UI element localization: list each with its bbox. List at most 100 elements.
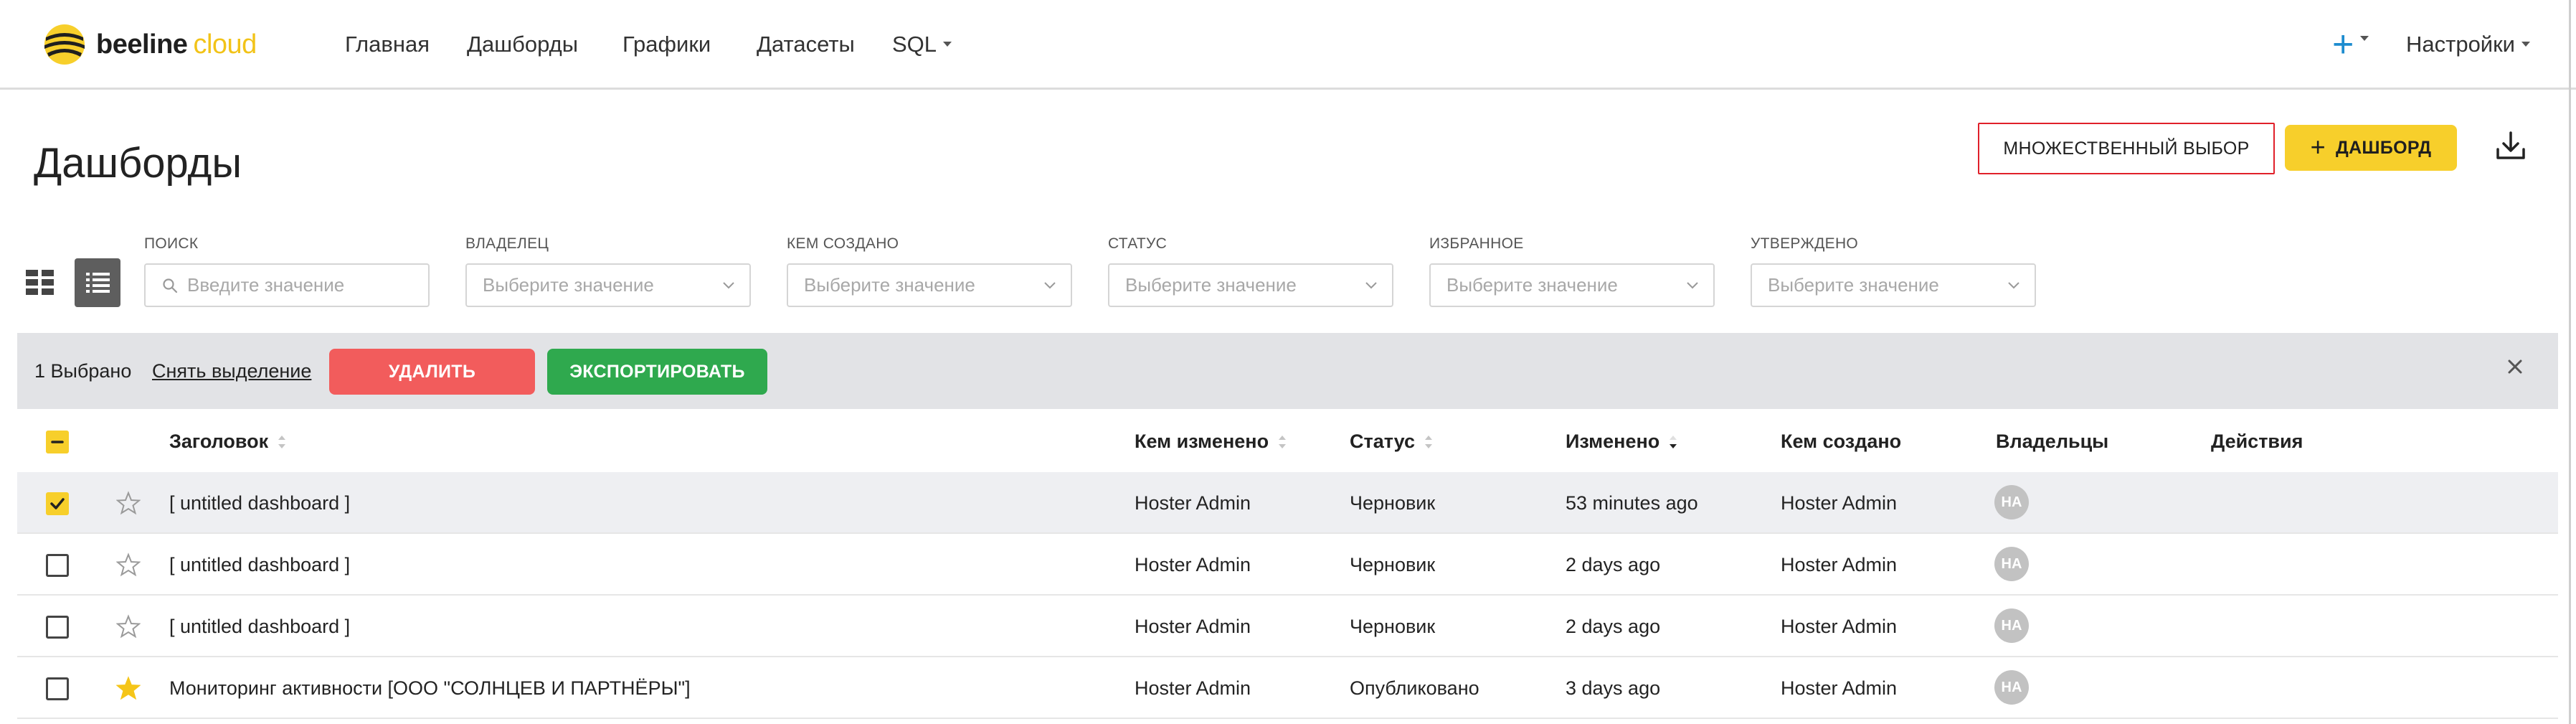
top-navigation: beeline cloud Главная Дашборды Графики Да…	[0, 0, 2576, 90]
settings-label: Настройки	[2406, 32, 2516, 57]
sort-icon	[1425, 435, 1432, 448]
search-input[interactable]: Введите значение	[144, 263, 430, 307]
new-item-menu[interactable]: +	[2332, 26, 2369, 63]
avatar: HA	[1994, 547, 2029, 581]
add-dashboard-button[interactable]: + ДАШБОРД	[2285, 125, 2457, 171]
delete-button[interactable]: УДАЛИТЬ	[329, 349, 535, 395]
status-cell: Черновик	[1350, 616, 1436, 637]
owner-filter-select[interactable]: Выберите значение	[465, 263, 751, 307]
star-outline-icon[interactable]	[116, 614, 141, 639]
table-row[interactable]	[17, 596, 2558, 657]
plus-icon: +	[2332, 24, 2354, 65]
settings-menu[interactable]: Настройки	[2406, 32, 2531, 57]
column-status-label: Статус	[1350, 431, 1415, 452]
nav-dashboards[interactable]: Дашборды	[467, 32, 578, 57]
favorite-filter-placeholder: Выберите значение	[1446, 274, 1618, 296]
avatar: HA	[1994, 608, 2029, 643]
nav-sql-menu[interactable]: SQL	[892, 32, 952, 57]
table-row[interactable]	[17, 534, 2558, 596]
column-header-status[interactable]: Статус	[1350, 431, 1434, 453]
created-by-cell: Hoster Admin	[1781, 554, 1898, 575]
brand-name: beeline cloud	[96, 29, 257, 60]
star-outline-icon[interactable]	[116, 553, 141, 577]
status-cell: Черновик	[1350, 492, 1436, 514]
dashboard-title-link[interactable]: [ untitled dashboard ]	[169, 616, 350, 638]
multi-select-label: МНОЖЕСТВЕННЫЙ ВЫБОР	[2003, 138, 2250, 159]
chevron-down-icon	[2521, 42, 2531, 47]
column-modified-label: Изменено	[1566, 431, 1660, 452]
nav-charts[interactable]: Графики	[622, 32, 711, 57]
column-header-title[interactable]: Заголовок	[169, 431, 287, 453]
approved-filter-select[interactable]: Выберите значение	[1751, 263, 2036, 307]
avatar: HA	[1994, 485, 2029, 520]
search-icon	[163, 278, 178, 293]
status-filter-label: СТАТУС	[1108, 235, 1168, 252]
changed-by-cell: Hoster Admin	[1135, 677, 1251, 699]
dashboard-title-link[interactable]: Мониторинг активности [ООО "СОЛНЦЕВ И ПА…	[169, 677, 691, 700]
row-checkbox[interactable]	[46, 554, 69, 577]
modified-cell: 2 days ago	[1566, 616, 1661, 637]
dashboard-title-link[interactable]: [ untitled dashboard ]	[169, 554, 350, 576]
created-by-cell: Hoster Admin	[1781, 492, 1898, 514]
list-view-button[interactable]	[75, 258, 120, 307]
page-title: Дашборды	[34, 140, 242, 187]
dashboard-title-link[interactable]: [ untitled dashboard ]	[169, 492, 350, 514]
column-header-owners: Владельцы	[1996, 431, 2108, 453]
multi-select-button[interactable]: МНОЖЕСТВЕННЫЙ ВЫБОР	[1978, 123, 2275, 174]
favorite-filter-select[interactable]: Выберите значение	[1429, 263, 1715, 307]
clear-selection-link[interactable]: Снять выделение	[152, 360, 311, 382]
beeline-logo-icon	[44, 24, 85, 65]
created-by-filter-select[interactable]: Выберите значение	[787, 263, 1072, 307]
chevron-down-icon	[1687, 282, 1698, 289]
download-icon[interactable]	[2494, 129, 2527, 162]
chevron-down-icon	[2360, 35, 2369, 41]
approved-filter-placeholder: Выберите значение	[1768, 274, 1939, 296]
column-created-by-label: Кем создано	[1781, 431, 1902, 452]
avatar: HA	[1994, 670, 2029, 705]
plus-icon: +	[2310, 132, 2326, 161]
select-all-checkbox[interactable]	[46, 431, 69, 453]
changed-by-cell: Hoster Admin	[1135, 616, 1251, 637]
sort-desc-icon	[1670, 435, 1677, 448]
status-cell: Черновик	[1350, 554, 1436, 575]
chevron-down-icon	[2008, 282, 2019, 289]
chevron-down-icon	[943, 42, 952, 47]
created-by-cell: Hoster Admin	[1781, 677, 1898, 699]
brand-logo[interactable]: beeline cloud	[40, 22, 257, 67]
column-title-label: Заголовок	[169, 431, 269, 452]
table-row[interactable]	[17, 472, 2558, 534]
created-by-cell: Hoster Admin	[1781, 616, 1898, 637]
created-by-filter-label: КЕМ СОЗДАНО	[787, 235, 899, 252]
chevron-down-icon	[723, 282, 734, 289]
row-checkbox[interactable]	[46, 492, 69, 515]
export-label: ЭКСПОРТИРОВАТЬ	[569, 361, 745, 382]
nav-sql-label: SQL	[892, 32, 937, 57]
status-filter-select[interactable]: Выберите значение	[1108, 263, 1393, 307]
card-view-icon[interactable]	[26, 270, 55, 296]
selected-count: 1 Выбрано	[34, 360, 132, 382]
column-header-changed-by[interactable]: Кем изменено	[1135, 431, 1287, 453]
add-dashboard-label: ДАШБОРД	[2335, 137, 2432, 158]
approved-filter-label: УТВЕРЖДЕНО	[1751, 235, 1859, 252]
nav-home[interactable]: Главная	[345, 32, 430, 57]
modified-cell: 53 minutes ago	[1566, 492, 1698, 514]
modified-cell: 3 days ago	[1566, 677, 1661, 699]
chevron-down-icon	[1044, 282, 1056, 289]
column-actions-label: Действия	[2211, 431, 2303, 452]
column-changed-by-label: Кем изменено	[1135, 431, 1269, 452]
nav-datasets[interactable]: Датасеты	[757, 32, 855, 57]
changed-by-cell: Hoster Admin	[1135, 492, 1251, 514]
chevron-down-icon	[1365, 282, 1377, 289]
owner-filter-label: ВЛАДЕЛЕЦ	[465, 235, 549, 252]
close-icon[interactable]	[2506, 357, 2524, 376]
star-filled-icon[interactable]	[116, 676, 141, 700]
delete-label: УДАЛИТЬ	[388, 361, 476, 382]
column-header-actions: Действия	[2211, 431, 2303, 453]
column-header-modified[interactable]: Изменено	[1566, 431, 1678, 453]
owner-filter-placeholder: Выберите значение	[483, 274, 654, 296]
row-checkbox[interactable]	[46, 677, 69, 700]
column-header-created-by[interactable]: Кем создано	[1781, 431, 1901, 453]
export-button[interactable]: ЭКСПОРТИРОВАТЬ	[547, 349, 767, 395]
row-checkbox[interactable]	[46, 616, 69, 639]
star-outline-icon[interactable]	[116, 491, 141, 515]
